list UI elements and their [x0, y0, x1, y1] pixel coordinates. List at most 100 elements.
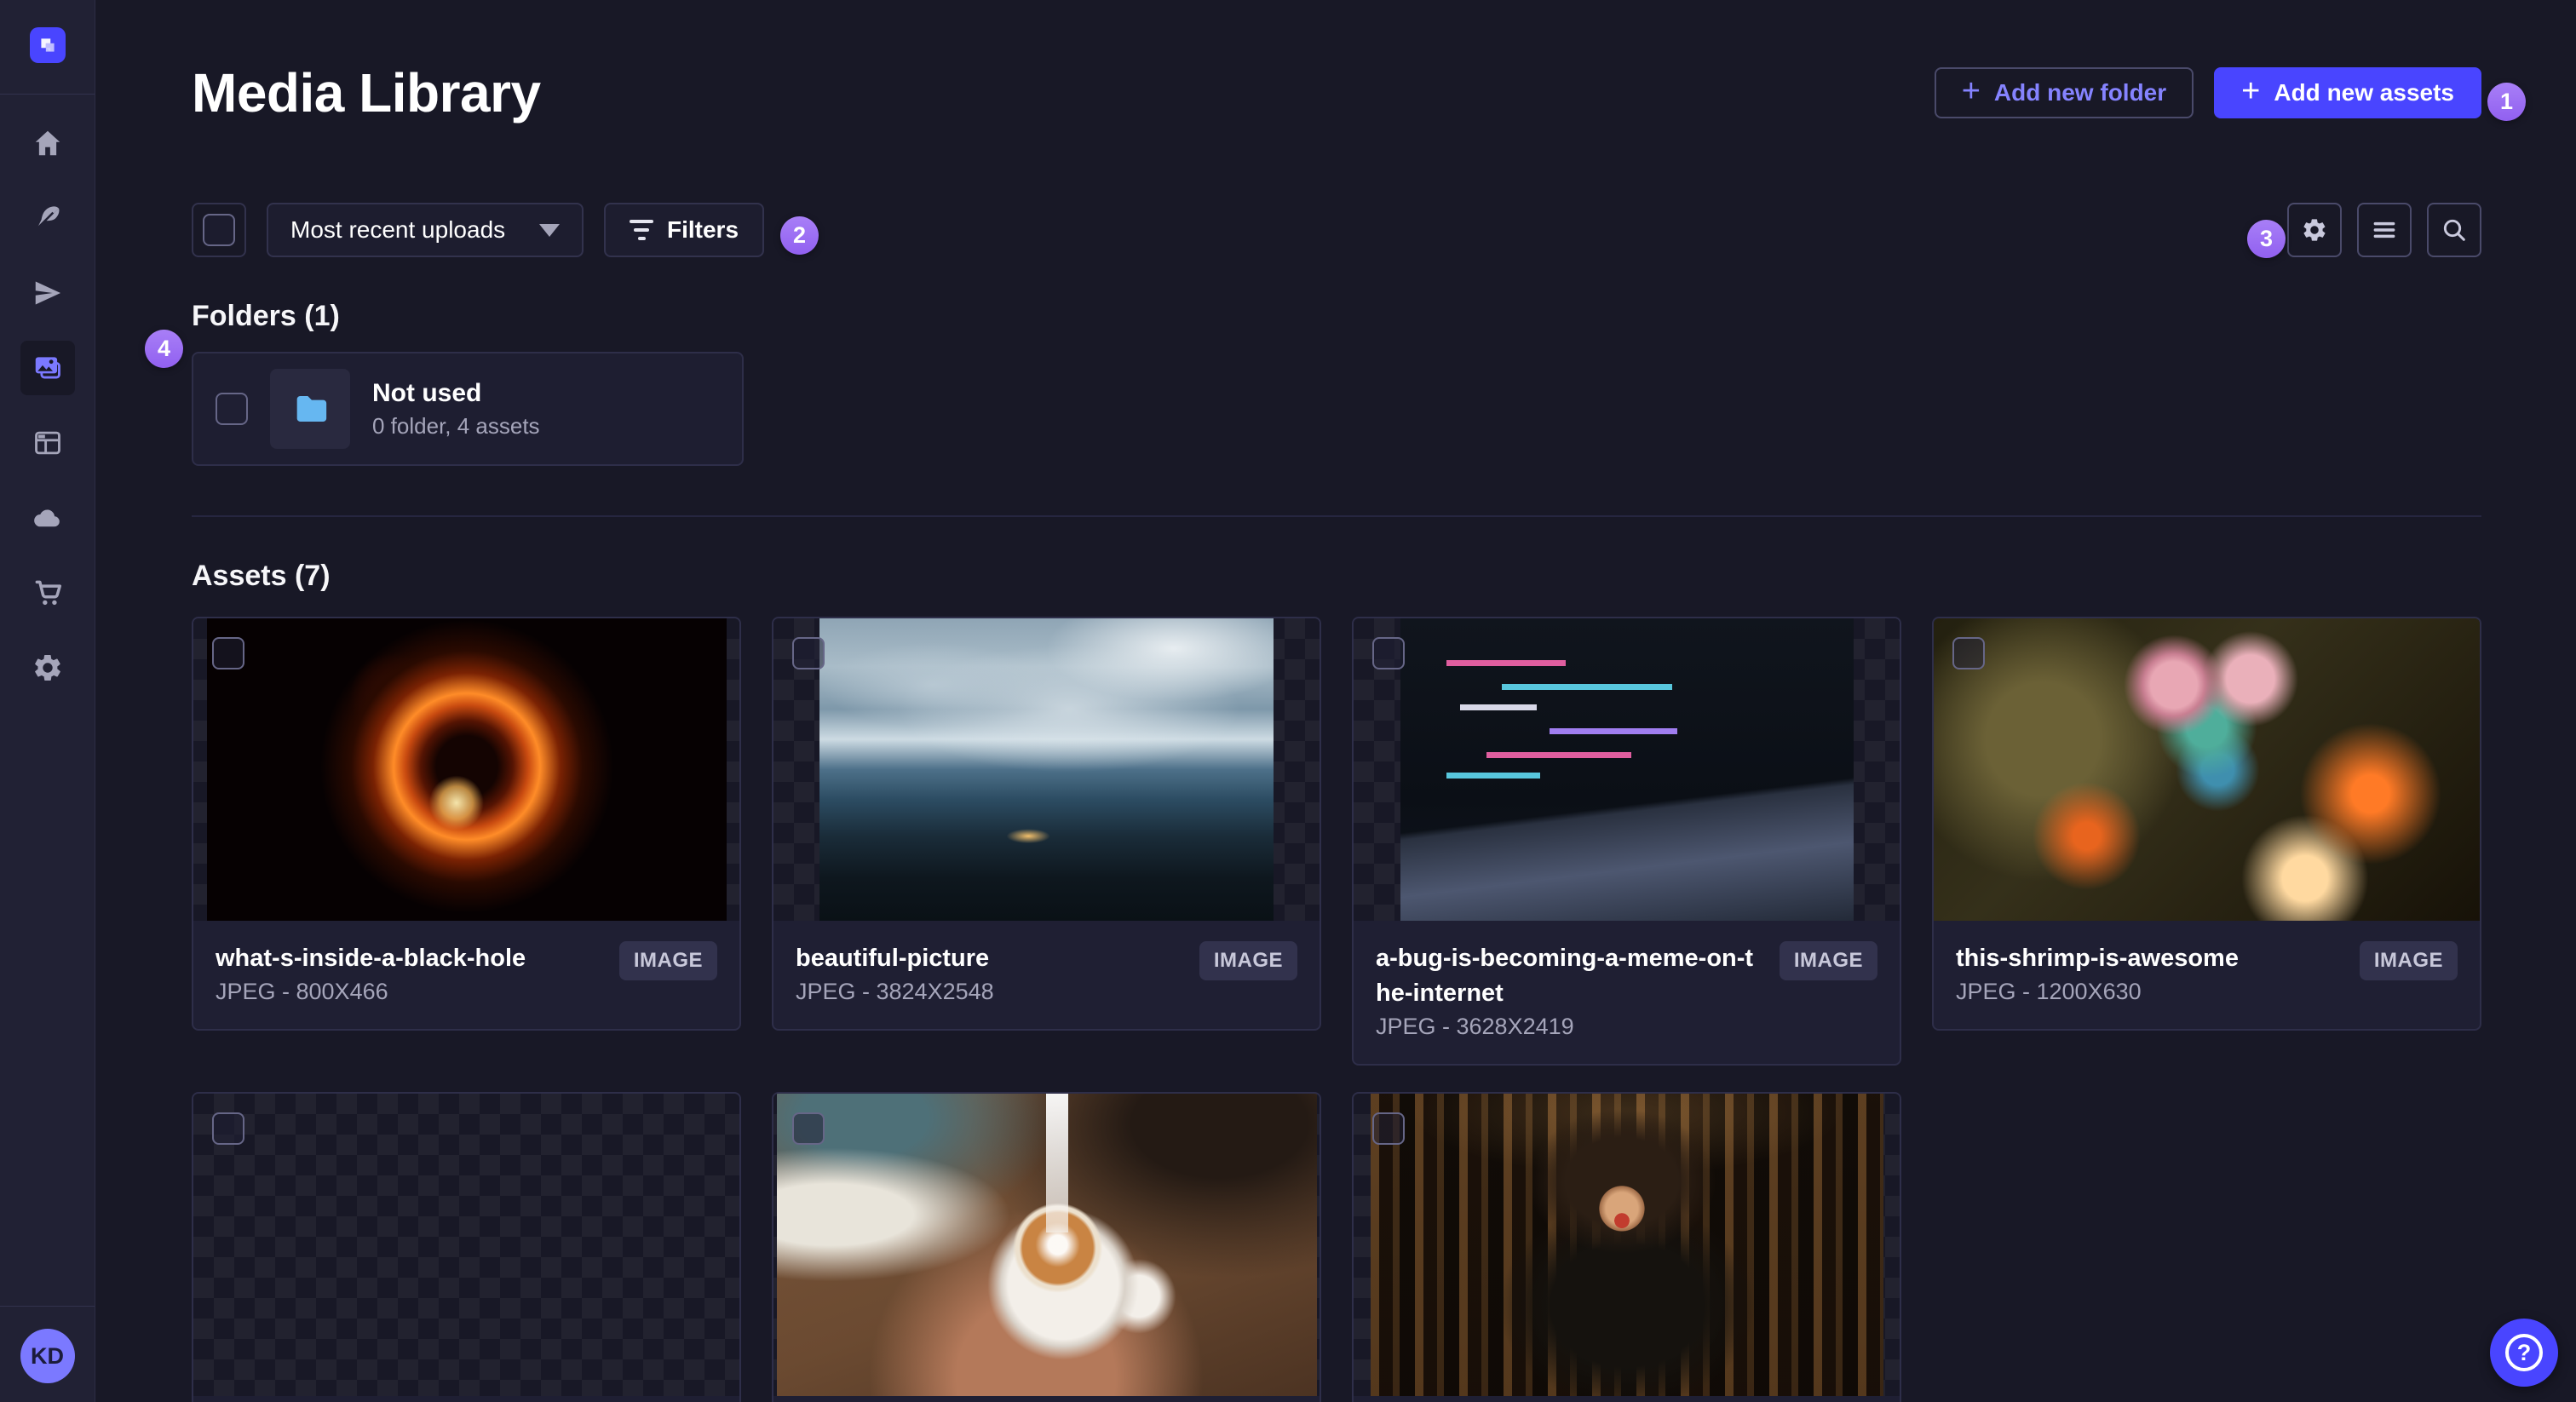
sidebar-divider: [0, 94, 95, 95]
tour-badge-3: 3: [2247, 220, 2286, 258]
folder-tile: [270, 369, 350, 449]
assets-heading: Assets (7): [192, 560, 331, 592]
add-new-assets-button[interactable]: + Add new assets: [2214, 67, 2481, 118]
asset-title: beautiful-picture: [796, 945, 990, 972]
question-mark-icon: ?: [2505, 1334, 2543, 1371]
asset-image-mantis-shrimp: [1934, 618, 2480, 921]
asset-card[interactable]: coffee-art JPEG - 5824X3259 IMAGE: [772, 1092, 1321, 1402]
asset-thumbnail: [193, 618, 739, 921]
cloud-icon: [33, 509, 60, 527]
cart-icon: [35, 580, 61, 606]
folder-checkbox[interactable]: [216, 393, 248, 425]
home-icon: [35, 130, 60, 156]
add-new-folder-button[interactable]: + Add new folder: [1934, 67, 2194, 118]
sidebar-item-home[interactable]: [20, 116, 75, 170]
tour-badge-1: 1: [2487, 83, 2526, 121]
asset-checkbox[interactable]: [212, 1112, 244, 1145]
strapi-logo-icon: [40, 38, 55, 52]
sidebar-item-content-type-builder[interactable]: [20, 416, 75, 470]
gear-icon: [34, 654, 60, 681]
asset-caption: this-shrimp-is-awesome JPEG - 1200X630 I…: [1934, 921, 2480, 1029]
asset-card[interactable]: what-s-inside-a-black-hole JPEG - 800X46…: [192, 617, 741, 1031]
asset-meta: JPEG - 800X466: [216, 979, 388, 1004]
search-icon: [2443, 219, 2465, 241]
asset-checkbox[interactable]: [792, 1112, 825, 1145]
add-new-assets-label: Add new assets: [2274, 79, 2454, 106]
asset-thumbnail: [193, 1094, 739, 1396]
sidebar-item-releases[interactable]: [20, 266, 75, 320]
filters-button[interactable]: Filters: [604, 203, 765, 257]
media-library-icon: [35, 357, 60, 379]
asset-thumbnail: [1354, 618, 1900, 921]
folder-card[interactable]: Not used 0 folder, 4 assets: [192, 352, 744, 466]
section-divider: [192, 515, 2481, 517]
asset-caption: what-s-inside-a-black-hole JPEG - 800X46…: [193, 921, 739, 1029]
sidebar-item-settings[interactable]: [20, 641, 75, 695]
paper-plane-icon: [35, 281, 60, 305]
asset-meta: JPEG - 3824X2548: [796, 979, 994, 1004]
filter-icon: [630, 220, 653, 240]
strapi-logo[interactable]: [29, 27, 66, 63]
folder-icon: [296, 396, 327, 422]
asset-checkbox[interactable]: [1372, 1112, 1405, 1145]
plus-icon: +: [1961, 73, 1981, 109]
asset-thumbnail: [773, 1094, 1320, 1396]
search-button[interactable]: [2427, 203, 2481, 257]
feather-icon: [35, 206, 59, 230]
user-avatar[interactable]: KD: [20, 1329, 75, 1383]
folder-info: Not used 0 folder, 4 assets: [372, 379, 540, 440]
asset-caption: coffee-art JPEG - 5824X3259 IMAGE: [773, 1396, 1320, 1402]
asset-type-badge: IMAGE: [1779, 941, 1877, 980]
sidebar: KD: [0, 0, 95, 1402]
asset-title: this-shrimp-is-awesome: [1956, 945, 2239, 972]
plus-icon: +: [2241, 73, 2261, 109]
asset-checkbox[interactable]: [792, 637, 825, 669]
grid-settings-button[interactable]: [2287, 203, 2342, 257]
list-icon: [2373, 221, 2395, 238]
asset-caption: beautiful-picture JPEG - 3824X2548 IMAGE: [773, 921, 1320, 1029]
asset-checkbox[interactable]: [1952, 637, 1985, 669]
asset-image-boy-in-library: [1370, 1094, 1883, 1396]
asset-meta: JPEG - 3628X2419: [1376, 1014, 1574, 1039]
gear-icon: [2303, 219, 2326, 241]
sidebar-item-cloud[interactable]: [20, 491, 75, 545]
toolbar: Most recent uploads Filters: [192, 203, 2481, 257]
asset-caption: the-internet-s-own-boy JPEG - 1200X707 I…: [1354, 1396, 1900, 1402]
list-view-button[interactable]: [2357, 203, 2412, 257]
asset-type-badge: IMAGE: [618, 941, 717, 980]
asset-card[interactable]: a-bug-is-becoming-a-meme-on-the-internet…: [1352, 617, 1901, 1066]
asset-meta: JPEG - 1200X630: [1956, 979, 2142, 1004]
help-button[interactable]: ?: [2490, 1319, 2558, 1387]
asset-thumbnail: [1934, 618, 2480, 921]
layout-icon: [34, 431, 60, 455]
select-all-checkbox[interactable]: [203, 214, 235, 246]
sidebar-item-marketplace[interactable]: [20, 566, 75, 620]
asset-image-black-hole: [206, 618, 727, 921]
asset-grid: what-s-inside-a-black-hole JPEG - 800X46…: [192, 617, 2481, 1402]
asset-card[interactable]: beautiful-picture JPEG - 3824X2548 IMAGE: [772, 617, 1321, 1031]
sidebar-footer: KD: [0, 1306, 95, 1402]
asset-type-badge: IMAGE: [2359, 941, 2458, 980]
sidebar-item-media-library[interactable]: [20, 341, 75, 395]
folders-heading: Folders (1): [192, 300, 340, 332]
page-title: Media Library: [192, 62, 541, 124]
asset-image-mountains: [819, 618, 1274, 921]
tour-badge-4: 4: [145, 330, 183, 368]
asset-thumbnail: [773, 618, 1320, 921]
sidebar-item-content-manager[interactable]: [20, 191, 75, 245]
caret-down-icon: [539, 223, 560, 237]
main-content: Media Library + Add new folder + Add new…: [95, 0, 2576, 1402]
app-root: KD Media Library + Add new folder + Add …: [0, 0, 2576, 1402]
asset-caption: coffee-beans JPEG - 5021X3347 IMAGE: [193, 1396, 739, 1402]
asset-checkbox[interactable]: [212, 637, 244, 669]
sort-dropdown[interactable]: Most recent uploads: [267, 203, 584, 257]
asset-card[interactable]: this-shrimp-is-awesome JPEG - 1200X630 I…: [1932, 617, 2481, 1031]
asset-checkbox[interactable]: [1372, 637, 1405, 669]
asset-card[interactable]: the-internet-s-own-boy JPEG - 1200X707 I…: [1352, 1092, 1901, 1402]
asset-card[interactable]: coffee-beans JPEG - 5021X3347 IMAGE: [192, 1092, 741, 1402]
sidebar-nav: [20, 116, 75, 695]
tour-badge-2: 2: [780, 216, 819, 255]
page-header: Media Library + Add new folder + Add new…: [192, 61, 2481, 124]
asset-thumbnail: [1354, 1094, 1900, 1396]
folder-name: Not used: [372, 378, 482, 407]
